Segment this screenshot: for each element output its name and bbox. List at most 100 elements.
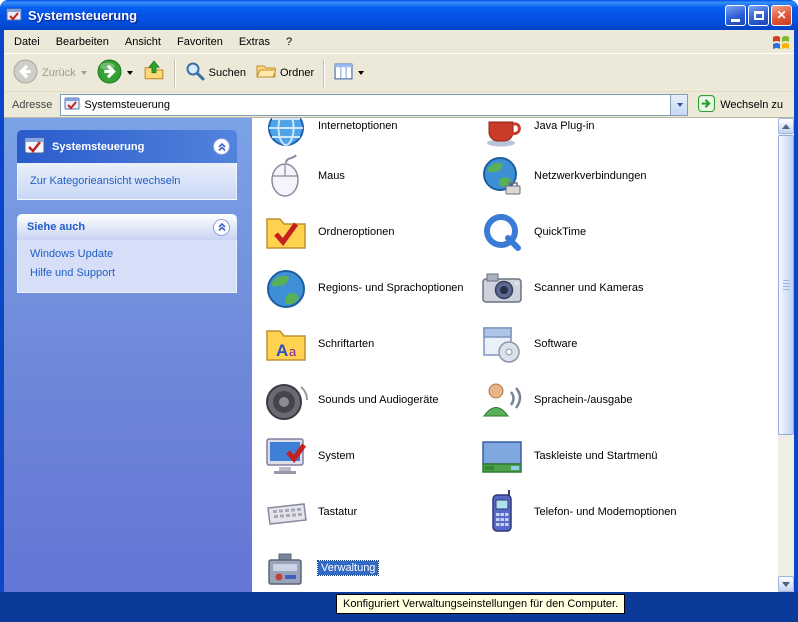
scrollbar-grip-icon [783,280,790,290]
tile-label: System [318,450,355,462]
toolbar: Zurück Suchen Ordner [4,54,794,92]
tile-label: Tastatur [318,506,357,518]
address-combobox[interactable]: Systemsteuerung [60,94,688,116]
panel-body: Windows Update Hilfe und Support [17,240,237,293]
scrollbar-thumb[interactable] [778,135,794,435]
menu-item-bearbeiten[interactable]: Bearbeiten [48,32,117,52]
menubar: Datei Bearbeiten Ansicht Favoriten Extra… [4,30,794,54]
collapse-chevron-button[interactable] [213,138,230,155]
software-icon [478,320,526,368]
go-button[interactable]: Wechseln zu [692,93,791,117]
tile-label: Sprachein-/ausgabe [534,394,632,406]
tile-regions-und-sprachoptionen[interactable]: Regions- und Sprachoptionen [262,264,464,312]
collapse-chevron-button[interactable] [213,219,230,236]
folders-button[interactable]: Ordner [251,58,319,87]
control-panel-window: Systemsteuerung ✕ Datei Bearbeiten Ansic… [0,0,798,622]
phone-modem-icon [478,488,526,536]
vertical-scrollbar[interactable] [778,118,794,592]
tile-label-selected: Verwaltung [318,561,378,575]
svg-text:a: a [289,344,297,359]
tile-label: Scanner und Kameras [534,282,643,294]
titlebar[interactable]: Systemsteuerung ✕ [0,0,798,30]
scroll-down-button[interactable] [778,576,794,592]
network-connections-icon [478,152,526,200]
back-label: Zurück [42,67,76,79]
windows-logo-icon [770,31,792,53]
sidebar: Systemsteuerung Zur Kategorieansicht wec… [4,118,252,592]
sidebar-panel-systemsteuerung: Systemsteuerung Zur Kategorieansicht wec… [17,130,237,200]
internet-options-icon [262,118,310,150]
tile-system[interactable]: System [262,432,355,480]
tile-netzwerkverbindungen[interactable]: Netzwerkverbindungen [478,152,647,200]
fonts-icon: Aa [262,320,310,368]
java-plugin-icon [478,118,526,150]
tooltip: Konfiguriert Verwaltungseinstellungen fü… [336,594,625,614]
tile-ordneroptionen[interactable]: Ordneroptionen [262,208,394,256]
tile-label: Internetoptionen [318,120,398,132]
tile-label: Java Plug-in [534,120,595,132]
menu-item-hilfe[interactable]: ? [278,32,300,52]
tile-schriftarten[interactable]: Aa Schriftarten [262,320,374,368]
back-dropdown-icon [81,71,87,75]
panel-header-siehe-auch[interactable]: Siehe auch [17,214,237,240]
scanner-camera-icon [478,264,526,312]
control-panel-icon [6,6,22,25]
search-icon [185,61,205,84]
folders-label: Ordner [280,67,314,79]
search-button[interactable]: Suchen [180,58,251,87]
tile-label: Sounds und Audiogeräte [318,394,439,406]
forward-button[interactable] [92,56,138,90]
arrow-up-icon [782,124,790,129]
arrow-down-icon [782,582,790,587]
up-button[interactable] [138,57,170,88]
menu-item-favoriten[interactable]: Favoriten [169,32,231,52]
panel-title: Siehe auch [27,221,85,233]
minimize-icon [731,19,740,22]
maximize-icon [754,11,764,20]
address-value: Systemsteuerung [84,99,666,111]
hilfe-und-support-link[interactable]: Hilfe und Support [30,267,224,279]
tile-label: Netzwerkverbindungen [534,170,647,182]
tile-tastatur[interactable]: Tastatur [262,488,357,536]
tile-java-plug-in[interactable]: Java Plug-in [478,118,595,150]
tile-telefon-und-modemoptionen[interactable]: Telefon- und Modemoptionen [478,488,676,536]
tile-maus[interactable]: Maus [262,152,345,200]
tile-label: Schriftarten [318,338,374,350]
views-button[interactable] [329,59,369,87]
folder-up-icon [143,60,165,85]
tile-software[interactable]: Software [478,320,577,368]
panel-header-systemsteuerung[interactable]: Systemsteuerung [17,130,237,163]
back-button[interactable]: Zurück [8,56,92,90]
menu-item-extras[interactable]: Extras [231,32,278,52]
address-bar: Adresse Systemsteuerung Wechseln zu [4,92,794,118]
tile-quicktime[interactable]: QuickTime [478,208,586,256]
forward-icon [97,59,122,87]
address-dropdown-button[interactable] [670,95,687,115]
sounds-audio-icon [262,376,310,424]
toolbar-separator [323,59,325,87]
tile-scanner-und-kameras[interactable]: Scanner und Kameras [478,264,643,312]
minimize-button[interactable] [725,5,746,26]
close-button[interactable]: ✕ [771,5,792,26]
menu-item-ansicht[interactable]: Ansicht [117,32,169,52]
scroll-up-button[interactable] [778,118,794,134]
tile-sprachein-ausgabe[interactable]: Sprachein-/ausgabe [478,376,632,424]
windows-update-link[interactable]: Windows Update [30,248,224,260]
folder-options-icon [262,208,310,256]
system-icon [262,432,310,480]
tile-sounds-und-audiogeraete[interactable]: Sounds und Audiogeräte [262,376,439,424]
go-label: Wechseln zu [720,99,783,111]
search-label: Suchen [209,67,246,79]
switch-to-category-view-link[interactable]: Zur Kategorieansicht wechseln [30,175,180,187]
tile-verwaltung[interactable]: Verwaltung [262,544,378,592]
tile-label: Taskleiste und Startmenü [534,450,658,462]
tile-label: Telefon- und Modemoptionen [534,506,676,518]
menu-item-datei[interactable]: Datei [6,32,48,52]
tile-internetoptionen[interactable]: Internetoptionen [262,118,398,150]
tile-taskleiste-und-startmenue[interactable]: Taskleiste und Startmenü [478,432,658,480]
forward-dropdown-icon [127,71,133,75]
tile-label: Regions- und Sprachoptionen [318,282,464,294]
maximize-button[interactable] [748,5,769,26]
sidebar-panel-siehe-auch: Siehe auch Windows Update Hilfe und Supp… [17,214,237,293]
chevron-down-icon [677,103,683,107]
